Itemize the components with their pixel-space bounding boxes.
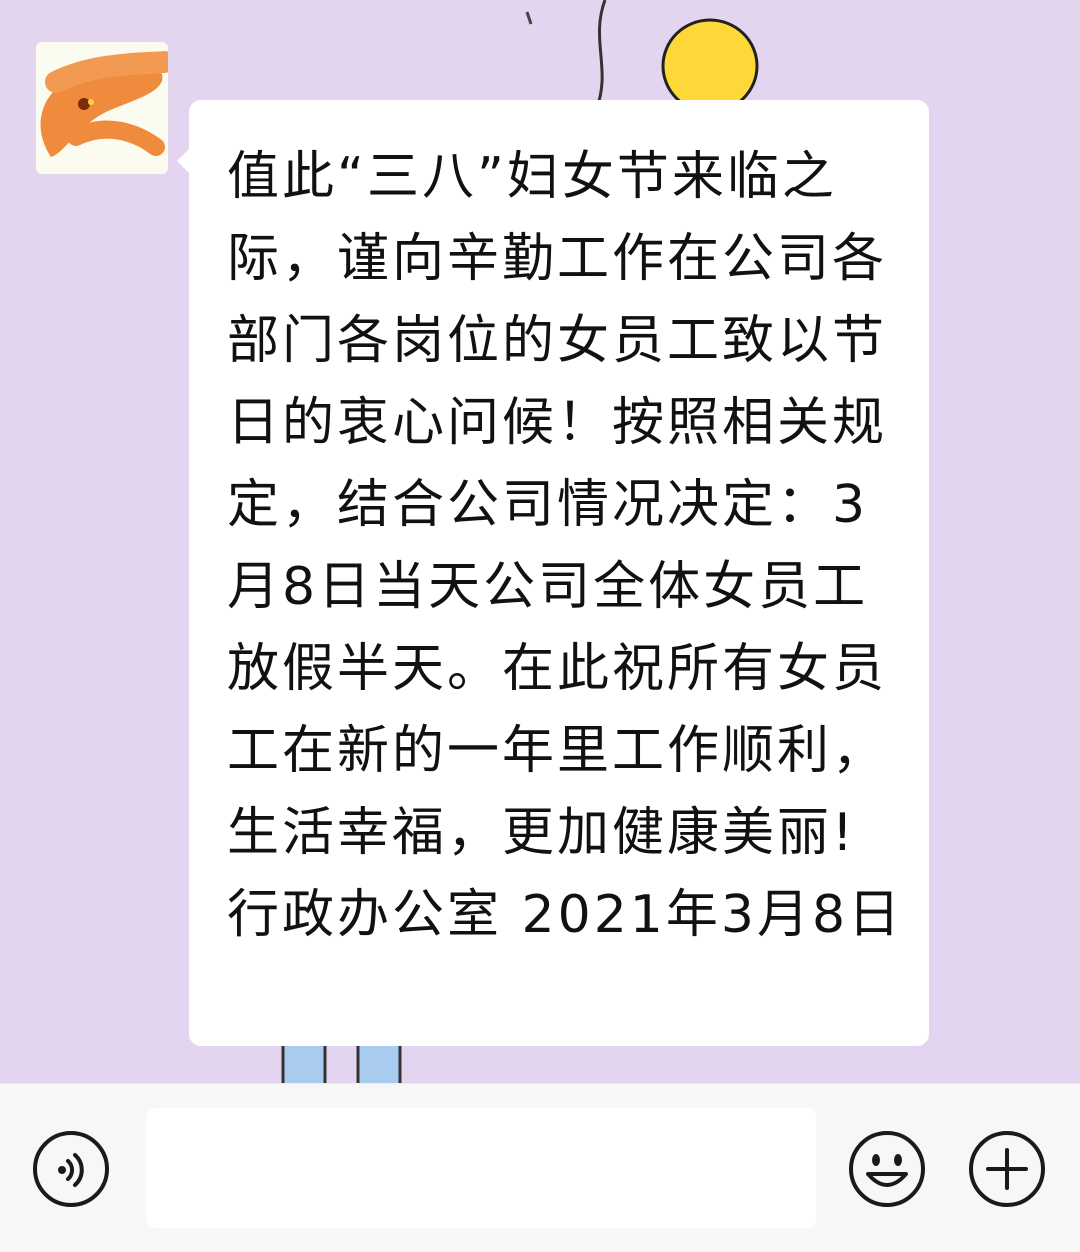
- string-mark: [525, 11, 533, 25]
- yellow-balloon: [661, 18, 759, 114]
- message-text: 值此“三八”妇女节来临之际，谨向辛勤工作在公司各部门各岗位的女员工致以节日的衷心…: [227, 147, 974, 945]
- figure-leg-right: [356, 1038, 402, 1083]
- avatar-scribble-icon: [36, 42, 168, 174]
- message-bubble[interactable]: 值此“三八”妇女节来临之际，谨向辛勤工作在公司各部门各岗位的女员工致以节日的衷心…: [177, 100, 974, 1046]
- emoji-icon: [849, 1131, 925, 1207]
- message-input[interactable]: [146, 1108, 816, 1228]
- voice-button[interactable]: [32, 1130, 110, 1208]
- more-button[interactable]: [968, 1130, 1046, 1208]
- input-bar: [0, 1083, 1080, 1252]
- plus-icon: [969, 1131, 1045, 1207]
- sender-avatar[interactable]: [36, 42, 168, 174]
- balloon-string: [594, 0, 607, 111]
- bubble-tail: [177, 148, 190, 174]
- voice-icon: [33, 1131, 109, 1207]
- chat-area[interactable]: 值此“三八”妇女节来临之际，谨向辛勤工作在公司各部门各岗位的女员工致以节日的衷心…: [0, 0, 1080, 1083]
- emoji-button[interactable]: [848, 1130, 926, 1208]
- figure-leg-left: [281, 1038, 327, 1083]
